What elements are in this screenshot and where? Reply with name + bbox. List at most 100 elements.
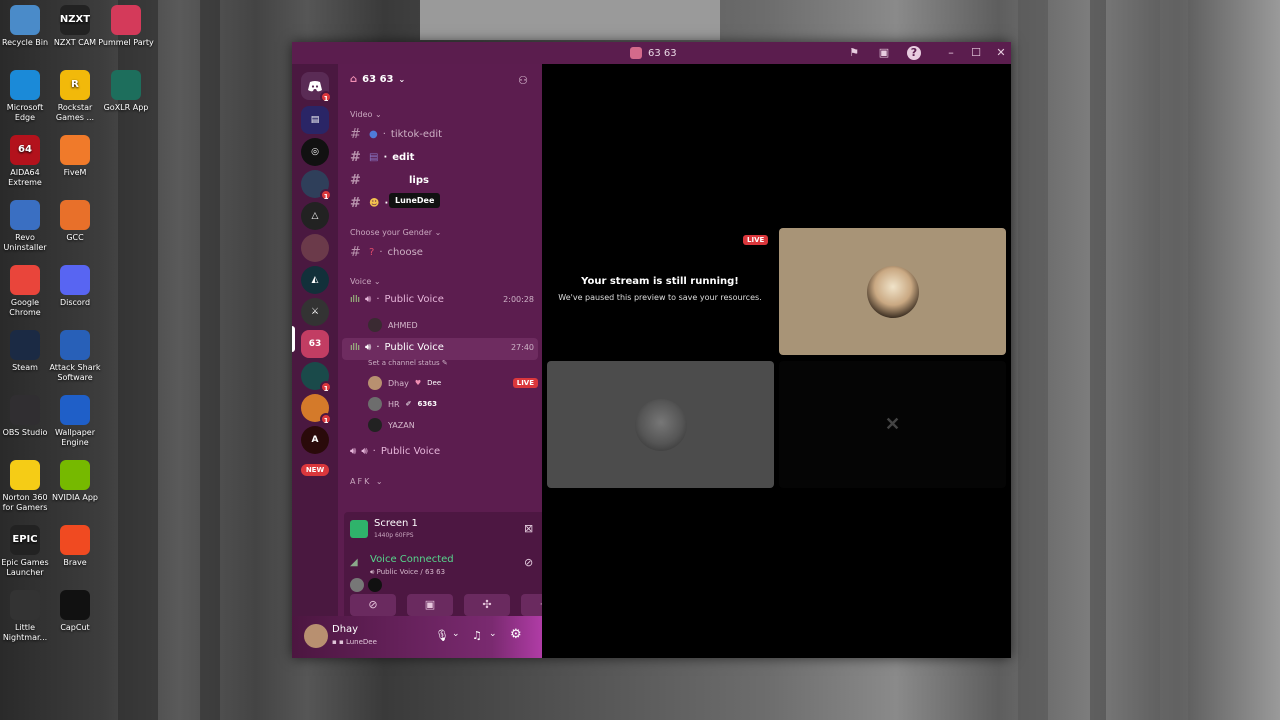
avatar — [368, 376, 382, 390]
desktop-shortcut[interactable]: R Rockstar Games ... — [47, 70, 103, 123]
desktop-shortcut[interactable]: Little Nightmar... — [0, 590, 53, 643]
server-icon-10[interactable]: A — [301, 426, 329, 454]
edit-emoji-icon: ▤ — [369, 152, 379, 163]
user-avatar[interactable] — [304, 624, 328, 648]
user-panel: Dhay ▪ ▪ LuneDee 🎙︎ ⌄ ♫ ⌄ ⚙ — [292, 616, 542, 658]
logo-avatar-icon: ✕ — [884, 414, 901, 435]
server-icon-3[interactable]: 1 — [301, 170, 332, 201]
channel-tiktok-edit[interactable]: # ● · tiktok-edit — [350, 127, 442, 142]
video-tile-2[interactable] — [547, 361, 774, 488]
voice-channel-public-3[interactable]: 🔊︎ 🔊︎ · Public Voice — [350, 446, 440, 457]
inbox-icon[interactable]: ▣ — [877, 46, 891, 60]
noise-suppression-icon[interactable]: ⊘ — [524, 556, 533, 569]
rockstar-icon: R — [60, 70, 90, 100]
desktop-shortcut[interactable]: NZXT NZXT CAM — [47, 5, 103, 48]
camera-off-button[interactable]: ⊘ — [350, 594, 396, 616]
window-title-text: 63 63 — [648, 47, 677, 59]
category-video[interactable]: Video ⌄ — [350, 110, 382, 119]
video-tile-1[interactable] — [779, 228, 1006, 355]
desktop-shortcut[interactable]: FiveM — [47, 135, 103, 178]
server-header[interactable]: ⌂ 63 63 ⌄ — [350, 74, 405, 85]
server-icon-1[interactable]: ▤ — [301, 106, 329, 134]
channel-choose[interactable]: #? · choose — [350, 245, 423, 260]
category-afk[interactable]: AFK ⌄ — [350, 477, 385, 486]
chevron-down-icon[interactable]: ⌄ — [452, 629, 460, 639]
close-icon[interactable]: ✕ — [994, 46, 1008, 60]
desktop-shortcut[interactable]: NVIDIA App — [47, 460, 103, 503]
stream-quality: 1440p 60FPS — [374, 532, 414, 539]
server-icon-7[interactable]: ⚔ — [301, 298, 329, 326]
minimize-icon[interactable]: – — [944, 46, 958, 60]
steam-icon — [10, 330, 40, 360]
desktop-shortcut[interactable]: Attack Shark Software — [47, 330, 103, 383]
server-icon-9[interactable]: 1 — [301, 394, 332, 425]
new-badge[interactable]: NEW — [301, 464, 329, 476]
voice-user-yazan[interactable]: YAZAN — [368, 418, 415, 432]
server-icon-8[interactable]: 1 — [301, 362, 332, 393]
desktop-shortcut[interactable]: CapCut — [47, 590, 103, 633]
help-icon[interactable]: ? — [907, 46, 921, 60]
window-title: 63 63 — [630, 47, 677, 59]
flag-icon[interactable]: ⚑ — [847, 46, 861, 60]
channel-edit[interactable]: # ▤ · edit — [350, 150, 414, 165]
desktop-shortcut[interactable]: Steam — [0, 330, 53, 373]
channel-status[interactable]: Set a channel status ✎ — [368, 359, 448, 367]
brave-icon — [60, 525, 90, 555]
channel-sidebar: ⌂ 63 63 ⌄ ⚇ Video ⌄ # ● · tiktok-edit # ▤ · ed… — [338, 64, 576, 658]
category-gender[interactable]: Choose your Gender ⌄ — [350, 228, 441, 237]
desktop-shortcut[interactable]: Microsoft Edge — [0, 70, 53, 123]
server-icon-4[interactable]: △ — [301, 202, 329, 230]
live-badge: LIVE — [512, 378, 538, 388]
desktop-shortcut-label: Revo Uninstaller — [3, 233, 47, 252]
hash-icon: # — [350, 127, 361, 142]
desktop-shortcut[interactable]: Norton 360 for Gamers — [0, 460, 53, 513]
desktop-shortcut[interactable]: Brave — [47, 525, 103, 568]
avatar — [368, 418, 382, 432]
channel-clips[interactable]: # lips — [350, 173, 429, 188]
desktop-shortcut-label: FiveM — [63, 168, 87, 177]
desktop-shortcut[interactable]: Wallpaper Engine — [47, 395, 103, 448]
desktop-shortcut-label: Wallpaper Engine — [54, 428, 95, 447]
desktop-shortcut[interactable]: Revo Uninstaller — [0, 200, 53, 253]
question-icon: ? — [369, 247, 375, 258]
desktop-shortcut[interactable]: 64 AIDA64 Extreme — [0, 135, 53, 188]
desktop-shortcut-label: Recycle Bin — [1, 38, 49, 47]
voice-user-dhay[interactable]: Dhay ♥ Dee LIVE — [368, 376, 538, 390]
desktop-shortcut[interactable]: Discord — [47, 265, 103, 308]
headphones-icon[interactable]: ♫ — [472, 629, 482, 642]
desktop-shortcut-label: AIDA64 Extreme — [8, 168, 42, 187]
live-badge: LIVE — [743, 235, 769, 245]
voice-user-ahmed[interactable]: AHMED — [368, 318, 418, 332]
server-icon-2[interactable]: ◎ — [301, 138, 329, 166]
nzxt-icon: NZXT — [60, 5, 90, 35]
video-tile-3[interactable]: ✕ — [779, 361, 1006, 488]
settings-gear-icon[interactable]: ⚙ — [510, 627, 522, 642]
desktop-shortcut[interactable]: Google Chrome — [0, 265, 53, 318]
voice-channel-public-2[interactable]: ıllı 🔊︎ · Public Voice 27:40 — [350, 342, 534, 353]
desktop-shortcut[interactable]: EPIC Epic Games Launcher — [0, 525, 53, 578]
stop-stream-icon[interactable]: ⊠ — [524, 522, 533, 535]
voice-status[interactable]: Voice Connected — [370, 554, 454, 565]
voice-timer: 2:00:28 — [503, 295, 534, 304]
desktop-shortcut[interactable]: GoXLR App — [98, 70, 154, 113]
voice-channel-public-1[interactable]: ıllı 🔊︎ · Public Voice 2:00:28 — [350, 294, 534, 305]
hash-icon: # — [350, 196, 361, 211]
desktop-shortcut[interactable]: Pummel Party — [98, 5, 154, 48]
activities-button[interactable]: ✣ — [464, 594, 510, 616]
chevron-down-icon[interactable]: ⌄ — [489, 629, 497, 639]
voice-location[interactable]: 🔊︎ Public Voice / 63 63 — [370, 568, 445, 577]
chrome-icon — [10, 265, 40, 295]
voice-user-hr[interactable]: HR ✐ 6363 — [368, 397, 437, 411]
add-member-icon[interactable]: ⚇ — [518, 74, 528, 87]
direct-messages-icon[interactable]: 1 — [301, 72, 332, 103]
server-icon-5[interactable] — [301, 234, 329, 262]
server-icon-6[interactable]: ◭ — [301, 266, 329, 294]
category-voice[interactable]: Voice ⌄ — [350, 277, 381, 286]
desktop-shortcut[interactable]: OBS Studio — [0, 395, 53, 438]
screen-share-button[interactable]: ▣ — [407, 594, 453, 616]
maximize-icon[interactable]: ☐ — [969, 46, 983, 60]
desktop-shortcut[interactable]: Recycle Bin — [0, 5, 53, 48]
desktop-shortcut[interactable]: GCC — [47, 200, 103, 243]
microphone-icon[interactable]: 🎙︎ — [435, 629, 449, 642]
server-icon-6363[interactable]: 63 — [301, 330, 329, 358]
